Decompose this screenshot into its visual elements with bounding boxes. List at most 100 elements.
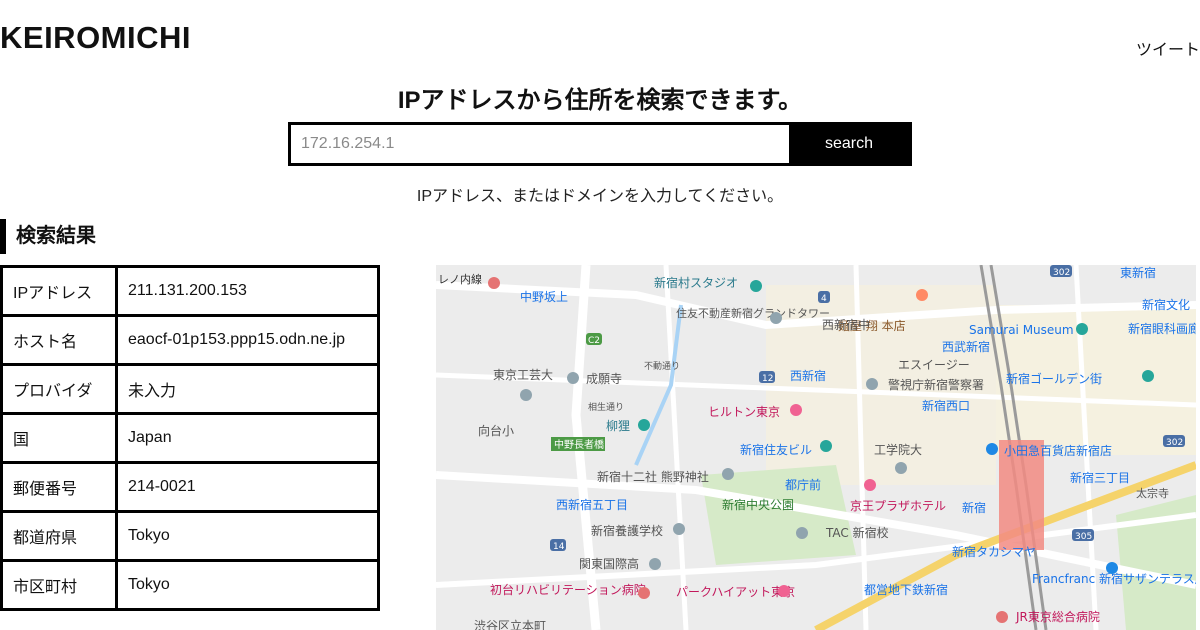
hotel-pin-icon[interactable] bbox=[778, 585, 790, 597]
map-label: TAC 新宿校 bbox=[825, 525, 889, 540]
map-label: 向台小 bbox=[478, 423, 514, 438]
map-label: 新宿文化 bbox=[1142, 297, 1190, 312]
row-key-city: 市区町村 bbox=[0, 559, 118, 611]
search-form: search bbox=[288, 122, 912, 166]
route-number: 14 bbox=[553, 542, 565, 552]
map-label: 新宿三丁目 bbox=[1070, 470, 1130, 485]
building-pin-icon[interactable] bbox=[770, 312, 782, 324]
table-row: プロバイダ 未入力 bbox=[0, 363, 380, 415]
table-row: 都道府県 Tokyo bbox=[0, 510, 380, 562]
map-label: 新宿ゴールデン街 bbox=[1006, 371, 1102, 386]
map-label: パークハイアット東京 bbox=[676, 585, 795, 599]
site-logo[interactable]: KEIROMICHI bbox=[0, 20, 191, 56]
table-row: IPアドレス 211.131.200.153 bbox=[0, 265, 380, 317]
route-number: 12 bbox=[762, 374, 773, 384]
map-label: 西新宿五丁目 bbox=[556, 497, 628, 512]
search-button[interactable]: search bbox=[789, 125, 909, 163]
map-label: 新宿中央公園 bbox=[722, 497, 794, 512]
location-map[interactable]: レノ内線 中野坂上 新宿村スタジオ 麺屋 翔 本店 住友不動産新宿グランドタワー… bbox=[436, 265, 1196, 630]
table-row: 市区町村 Tokyo bbox=[0, 559, 380, 611]
temple-pin-icon[interactable] bbox=[567, 372, 579, 384]
school-pin-icon[interactable] bbox=[796, 527, 808, 539]
row-key-postal: 郵便番号 bbox=[0, 461, 118, 513]
map-label: 新宿眼科画廊 bbox=[1128, 321, 1196, 336]
map-label: 西新宿 bbox=[790, 368, 826, 383]
school-pin-icon[interactable] bbox=[520, 389, 532, 401]
map-label: Samurai Museum bbox=[969, 323, 1074, 337]
map-label: 都庁前 bbox=[785, 477, 821, 492]
map-label: 小田急百貨店新宿店 bbox=[1004, 443, 1112, 458]
route-number: C2 bbox=[588, 336, 600, 346]
row-value-provider: 未入力 bbox=[115, 363, 380, 415]
row-key-host: ホスト名 bbox=[0, 314, 118, 366]
search-hint: IPアドレス、またはドメインを入力してください。 bbox=[416, 188, 784, 205]
map-label: 新宿養護学校 bbox=[591, 523, 663, 538]
map-label: 東京工芸大 bbox=[493, 368, 553, 382]
row-value-prefecture: Tokyo bbox=[115, 510, 380, 562]
map-label: 柳狸 bbox=[606, 419, 630, 433]
restaurant-pin-icon[interactable] bbox=[916, 289, 928, 301]
map-label: 中野長者橋 bbox=[554, 438, 604, 451]
map-label: 東新宿 bbox=[1120, 265, 1156, 280]
map-label: 新宿十二社 熊野神社 bbox=[597, 469, 709, 484]
row-value-host: eaocf-01p153.ppp15.odn.ne.jp bbox=[115, 314, 380, 366]
map-label: 渋谷区立本町 bbox=[474, 618, 546, 630]
row-value-country: Japan bbox=[115, 412, 380, 464]
hotel-pin-icon[interactable] bbox=[864, 479, 876, 491]
map-label: 中野坂上 bbox=[520, 289, 568, 304]
row-key-country: 国 bbox=[0, 412, 118, 464]
hotel-pin-icon[interactable] bbox=[790, 404, 802, 416]
table-row: 郵便番号 214-0021 bbox=[0, 461, 380, 513]
row-value-city: Tokyo bbox=[115, 559, 380, 611]
map-label: レノ内線 bbox=[438, 272, 482, 286]
school-pin-icon[interactable] bbox=[649, 558, 661, 570]
map-label: 初台リハビリテーション病院 bbox=[490, 582, 646, 597]
map-label: 成願寺 bbox=[586, 372, 622, 386]
map-label: エスイージー bbox=[898, 358, 970, 372]
school-pin-icon[interactable] bbox=[895, 462, 907, 474]
route-number: 302 bbox=[1053, 268, 1070, 278]
row-key-prefecture: 都道府県 bbox=[0, 510, 118, 562]
ip-search-input[interactable] bbox=[291, 125, 789, 163]
hospital-pin-icon[interactable] bbox=[488, 277, 500, 289]
map-label: 工学院大 bbox=[874, 442, 922, 457]
shop-pin-icon[interactable] bbox=[986, 443, 998, 455]
place-pin-icon[interactable] bbox=[820, 440, 832, 452]
map-label: 太宗寺 bbox=[1136, 486, 1169, 500]
map-label: 都営地下鉄新宿 bbox=[864, 582, 948, 597]
map-label: 新宿村スタジオ bbox=[654, 275, 738, 290]
place-pin-icon[interactable] bbox=[638, 419, 650, 431]
map-label: 新宿 bbox=[962, 500, 986, 515]
hospital-pin-icon[interactable] bbox=[996, 611, 1008, 623]
map-label: 新宿住友ビル bbox=[740, 442, 812, 457]
map-label: ヒルトン東京 bbox=[708, 405, 780, 419]
row-key-provider: プロバイダ bbox=[0, 363, 118, 415]
school-pin-icon[interactable] bbox=[673, 523, 685, 535]
map-label: 関東国際高 bbox=[579, 556, 639, 571]
map-canvas[interactable]: レノ内線 中野坂上 新宿村スタジオ 麺屋 翔 本店 住友不動産新宿グランドタワー… bbox=[436, 265, 1196, 630]
map-label: 新宿タカシマヤ bbox=[952, 544, 1036, 559]
row-value-postal: 214-0021 bbox=[115, 461, 380, 513]
museum-pin-icon[interactable] bbox=[1076, 323, 1088, 335]
map-label: 新宿西口 bbox=[922, 398, 970, 413]
results-table: IPアドレス 211.131.200.153 ホスト名 eaocf-01p153… bbox=[0, 265, 380, 611]
tweet-link[interactable]: ツイート bbox=[1136, 36, 1200, 60]
results-heading: 検索結果 bbox=[0, 219, 96, 254]
page-headline: IPアドレスから住所を検索できます。 bbox=[397, 87, 803, 114]
shop-pin-icon[interactable] bbox=[1106, 562, 1118, 574]
police-pin-icon[interactable] bbox=[866, 378, 878, 390]
route-number: 4 bbox=[821, 294, 827, 304]
map-label: 西武新宿 bbox=[942, 339, 990, 354]
shrine-pin-icon[interactable] bbox=[722, 468, 734, 480]
row-key-ip: IPアドレス bbox=[0, 265, 118, 317]
map-label: JR東京総合病院 bbox=[1015, 609, 1100, 624]
map-label: 警視庁新宿警察署 bbox=[888, 377, 984, 392]
map-label: 相生通り bbox=[588, 401, 624, 413]
map-label: 住友不動産新宿グランドタワー bbox=[676, 306, 830, 320]
place-pin-icon[interactable] bbox=[750, 280, 762, 292]
place-pin-icon[interactable] bbox=[1142, 370, 1154, 382]
route-number: 302 bbox=[1166, 438, 1183, 448]
hospital-pin-icon[interactable] bbox=[638, 587, 650, 599]
table-row: 国 Japan bbox=[0, 412, 380, 464]
map-label: 西新宿中 bbox=[822, 317, 870, 332]
